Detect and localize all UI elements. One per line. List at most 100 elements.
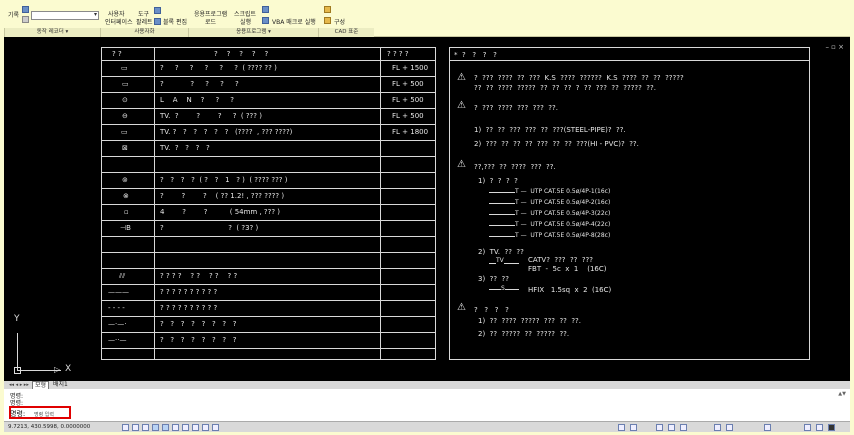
standards-icon[interactable] [324, 6, 331, 13]
legend-row-height: FL + 1800 [392, 128, 429, 136]
catv-spec-b: FBT - 5c x 1 (16C) [528, 265, 607, 273]
layout-icon[interactable] [630, 424, 637, 431]
drawing-canvas[interactable]: – ▫ × ? ? ? ? ? ? ? ? ? ? ? ▭ ? ? ? ? ? … [4, 37, 850, 381]
annotation-scale-icon[interactable] [714, 424, 721, 431]
notes-border [449, 47, 450, 360]
ucs-y-label: Y [14, 314, 20, 324]
legend-row-desc: ? ? ? ? ? ? ( ???? ?? ) [160, 64, 277, 72]
user-interface-label[interactable]: 인터페이스 [105, 19, 133, 26]
workspace-icon[interactable] [764, 424, 771, 431]
fixture-icon: ⊗ [123, 192, 129, 200]
macro-select[interactable] [31, 11, 99, 20]
pan-icon[interactable] [656, 424, 663, 431]
legend-row-desc: TV. ? ? ? ? ( ??? ) [160, 112, 262, 120]
script-button[interactable]: 스크립트 [234, 11, 256, 18]
tab-nav-arrows-icon[interactable]: ◂◂ ◂ ▸ ▸▸ [7, 381, 31, 389]
note2-b: 2) ??? ?? ?? ?? ??? ?? ?? ???(HI - PVC)?… [474, 140, 639, 148]
cursor-coordinates: 9.7213, 430.5998, 0.0000000 [8, 424, 91, 430]
legend-row-desc: ? ? ? ? ( ? ? 1 ? ) ( ???? ??? ) [160, 176, 288, 184]
user-button[interactable]: 사용자 [108, 11, 125, 18]
clean-screen-icon[interactable] [816, 424, 823, 431]
note4-b: 2) ?? ????? ?? ????? ??. [478, 330, 570, 338]
otrack-toggle-icon[interactable] [172, 424, 179, 431]
app-load-button[interactable]: 응용프로그램 [194, 11, 227, 18]
tv-outlet-icon: ⊖ [122, 112, 128, 120]
lineweight-toggle-icon[interactable] [202, 424, 209, 431]
qp-toggle-icon[interactable] [212, 424, 219, 431]
edit-icon[interactable] [154, 7, 161, 14]
note4-a: 1) ?? ???? ????? ??? ?? ??. [478, 317, 581, 325]
app-load-label[interactable]: 로드 [205, 19, 216, 26]
utp-spec: T — UTP CAT.5E 0.5ø/4P-2(16c) [515, 199, 611, 206]
table-border [101, 47, 436, 48]
ucs-arrow-icon: ▷ [54, 365, 61, 374]
command-window: 명령: 명령: 명령: 명령 입력 ▲▼ [4, 389, 850, 421]
ground-icon: ⊣B [120, 224, 131, 232]
command-input[interactable]: 명령 입력 [34, 411, 54, 418]
tools-button[interactable]: 도구 [138, 11, 149, 18]
configure-icon [324, 17, 331, 24]
configure-button[interactable]: 구성 [334, 19, 345, 26]
steering-wheel-icon[interactable] [680, 424, 687, 431]
note3-3: 3) ?? ?? [478, 275, 509, 283]
panel-customize[interactable]: 사용자화 [100, 28, 188, 37]
utp-spec: T — UTP CAT.5E 0.5ø/4P-8(28c) [515, 232, 611, 239]
wiring-symbol-icon: ⫽⫽ [119, 272, 126, 280]
script-run-label[interactable]: 실행 [240, 19, 251, 26]
legend-row-desc: ? ? ? ( ?? 1.2! , ??? ???? ) [160, 192, 285, 200]
legend-header-symbol: ? ? [112, 50, 122, 58]
legend-header-height: ? ? ? ? [387, 50, 409, 58]
utp-line-5 [489, 236, 515, 237]
hfix-line-mark: S [501, 285, 505, 293]
vba-run-button[interactable]: VBA 매크로 실행 [272, 19, 316, 26]
ucs-y-axis [17, 333, 18, 371]
utp-spec: T — UTP CAT.5E 0.5ø/4P-1(16c) [515, 188, 611, 195]
grid-toggle-icon[interactable] [132, 424, 139, 431]
utp-spec: T — UTP CAT.5E 0.5ø/4P-4(22c) [515, 221, 611, 228]
layout-tabs: ◂◂ ◂ ▸ ▸▸ 모형 배치1 [4, 381, 850, 389]
stop-icon[interactable] [22, 16, 29, 23]
panel-cad-standards[interactable]: CAD 표준 [318, 28, 374, 37]
command-scroll-icon[interactable]: ▲▼ [838, 391, 846, 397]
zoom-icon[interactable] [668, 424, 675, 431]
catv-spec-a: CATV? ??? ?? ??? [528, 256, 593, 264]
tab-model[interactable]: 모형 [32, 381, 50, 389]
fullscreen-icon[interactable] [828, 424, 835, 431]
osnap-toggle-icon[interactable] [162, 424, 169, 431]
warning-triangle-icon: ⚠ [457, 302, 466, 313]
vba-editor-icon[interactable] [262, 6, 269, 13]
vba-run-icon [262, 17, 269, 24]
tab-layout1[interactable]: 배치1 [51, 381, 70, 389]
panel-applications[interactable]: 응용프로그램 ▾ [188, 28, 318, 37]
note1-line2: ?? ?? ???? ????? ?? ?? ?? ? ?? ??? ?? ??… [474, 84, 656, 92]
record-button[interactable]: 기록 [8, 12, 19, 19]
ducs-toggle-icon[interactable] [182, 424, 189, 431]
legend-row-desc: ? ? ? ? ? ? ? ? [160, 336, 237, 344]
legend-row-desc: ? ? ? ? ? ? ? ? ? ? [160, 288, 218, 296]
legend-row-desc: L A N ? ? ? [160, 96, 235, 104]
panel-action-recorder[interactable]: 동작 레코더 ▾ [4, 28, 100, 37]
utp-line-1 [489, 192, 515, 193]
legend-row-desc: ? ? ( ?3? ) [160, 224, 259, 232]
lock-icon[interactable] [804, 424, 811, 431]
play-icon[interactable] [22, 6, 29, 13]
viewport-window-controls[interactable]: – ▫ × [825, 43, 844, 51]
legend-row-desc: ? ? ? ? ? [160, 80, 239, 88]
ucs-origin-icon [14, 367, 21, 374]
model-space-icon[interactable] [618, 424, 625, 431]
polar-toggle-icon[interactable] [152, 424, 159, 431]
annotation-visibility-icon[interactable] [726, 424, 733, 431]
ortho-toggle-icon[interactable] [142, 424, 149, 431]
tv-line-mark: TV [496, 257, 504, 265]
line-dashdotdot-icon: —··— [108, 336, 127, 344]
cad-window: 기록 사용자 인터페이스 도구 팔레트 블록 편집 응용프로그램 로드 스크립트… [4, 3, 850, 432]
note3: ??,??? ?? ???? ??? ??. [474, 163, 556, 171]
palettes-label[interactable]: 팔레트 [136, 19, 153, 26]
line-dashdot-icon: —·—· [108, 320, 127, 328]
block-edit-button[interactable]: 블록 편집 [163, 19, 187, 26]
dyn-toggle-icon[interactable] [192, 424, 199, 431]
snap-toggle-icon[interactable] [122, 424, 129, 431]
warning-triangle-icon: ⚠ [457, 72, 466, 83]
legend-row-desc: TV. ? ? ? ? ? ? (???? , ??? ????) [160, 128, 293, 136]
speaker-icon: ⊚ [122, 176, 128, 184]
